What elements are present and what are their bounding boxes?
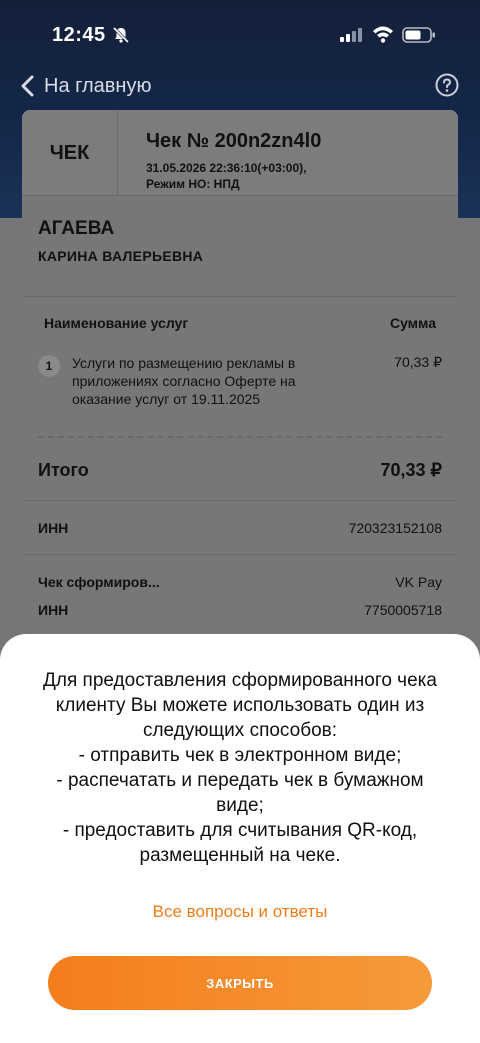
status-time: 12:45 xyxy=(52,24,106,46)
battery-icon xyxy=(402,27,435,43)
help-icon[interactable] xyxy=(435,73,459,97)
receipt-tax-mode: Режим НО: НПД xyxy=(146,177,240,191)
status-bar: 12:45 xyxy=(0,0,480,70)
sheet-message: Для предоставления сформированного чека … xyxy=(43,670,437,866)
faq-link[interactable]: Все вопросы и ответы xyxy=(0,902,480,922)
inn-value: 720323152108 xyxy=(348,520,442,536)
divider xyxy=(22,296,458,297)
back-button[interactable]: На главную xyxy=(20,72,151,100)
receipt-card: ЧЕК Чек № 200n2zn4l0 31.05.2026 22:36:10… xyxy=(22,110,458,710)
divider xyxy=(22,500,458,501)
navigation-bar: На главную xyxy=(0,68,480,104)
item-name: Услуги по размещению рекламы в приложени… xyxy=(72,355,296,407)
generated-by-value: VK Pay xyxy=(395,574,442,590)
operator-inn-value: 7750005718 xyxy=(364,602,442,618)
total-value: 70,33 ₽ xyxy=(380,460,443,480)
item-number-badge: 1 xyxy=(38,355,60,377)
bell-muted-icon xyxy=(112,26,130,44)
back-label: На главную xyxy=(44,74,152,97)
chevron-left-icon xyxy=(21,75,34,97)
divider xyxy=(22,554,458,555)
total-label: Итого xyxy=(38,460,89,480)
item-sum: 70,33 ₽ xyxy=(394,354,442,370)
bottom-sheet: Для предоставления сформированного чека … xyxy=(0,634,480,1043)
receipt-label: ЧЕК xyxy=(22,110,118,196)
dashed-divider xyxy=(38,436,442,438)
receipt-header: ЧЕК Чек № 200n2zn4l0 31.05.2026 22:36:10… xyxy=(22,110,458,196)
generated-by-label: Чек сформиров... xyxy=(38,574,160,590)
seller-last-name: АГАЕВА xyxy=(38,218,115,239)
column-header-services: Наименование услуг xyxy=(44,315,189,331)
cellular-signal-icon xyxy=(340,28,362,42)
receipt-number: Чек № 200n2zn4l0 xyxy=(146,130,322,152)
inn-label: ИНН xyxy=(38,520,69,536)
wifi-icon xyxy=(373,26,393,43)
seller-first-middle-name: КАРИНА ВАЛЕРЬЕВНА xyxy=(38,248,204,264)
operator-inn-label: ИНН xyxy=(38,602,69,618)
receipt-meta: 31.05.2026 22:36:10(+03:00), Режим НО: Н… xyxy=(146,160,306,192)
receipt-datetime: 31.05.2026 22:36:10(+03:00), xyxy=(146,161,307,175)
column-header-sum: Сумма xyxy=(389,315,436,331)
close-button[interactable]: ЗАКРЫТЬ xyxy=(48,956,432,1010)
